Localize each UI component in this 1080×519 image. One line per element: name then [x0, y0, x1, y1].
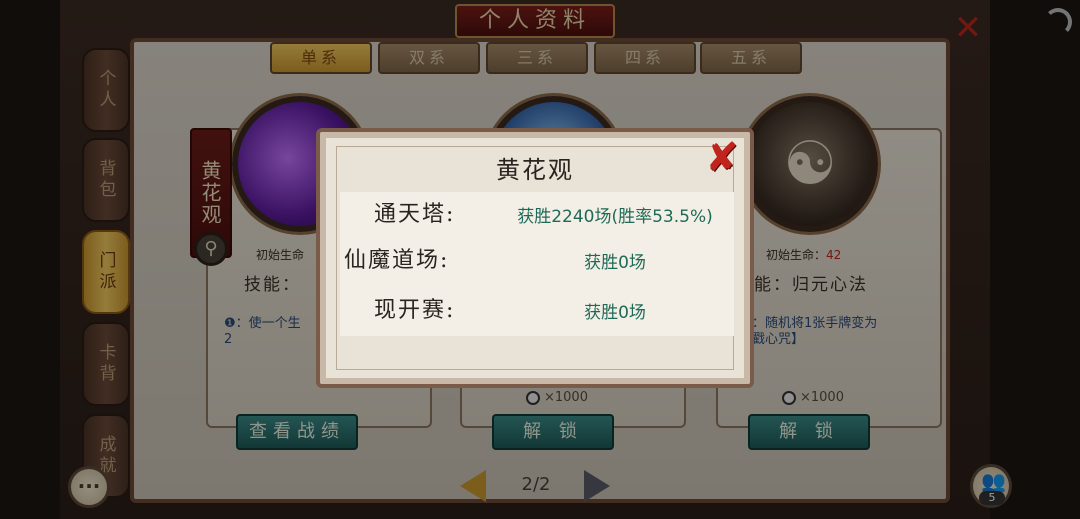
- close-icon[interactable]: ✘: [702, 138, 742, 178]
- dialog-title: 黄花观: [496, 156, 574, 184]
- stat-value: 获胜0场: [584, 303, 646, 323]
- sect-record-dialog: 黄花观 ✘ 通天塔: 获胜2240场(胜率53.5%) 仙魔道场: 获胜0场 现…: [316, 128, 754, 388]
- stat-label: 通天塔:: [374, 202, 456, 227]
- stat-label: 仙魔道场:: [344, 248, 450, 273]
- stat-value: 获胜0场: [584, 253, 646, 273]
- stat-value: 获胜2240场(胜率53.5%): [517, 207, 713, 227]
- stat-label: 现开赛:: [374, 298, 456, 323]
